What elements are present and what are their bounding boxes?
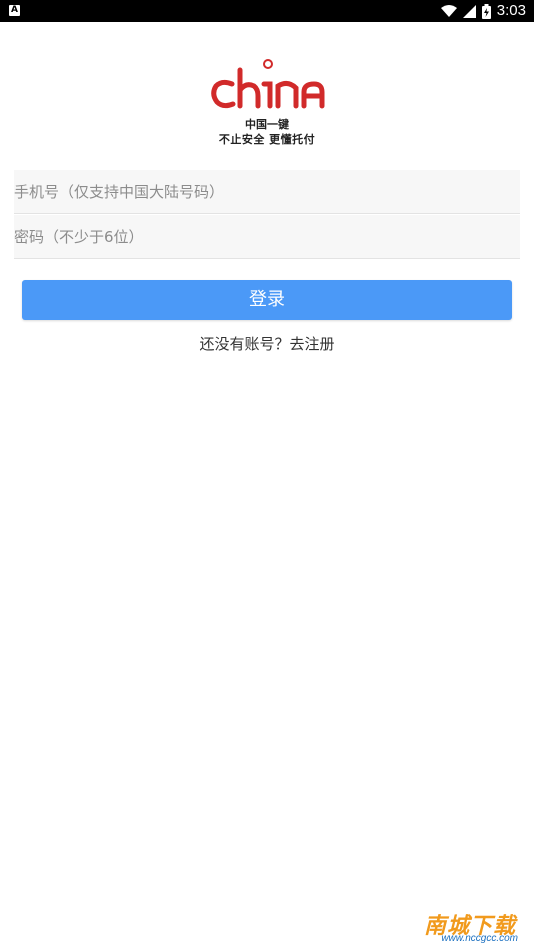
battery-charging-icon [481,3,491,19]
app-logo: 中国一键 不止安全 更懂托付 [200,56,334,148]
register-link[interactable]: 还没有账号？去注册 [0,333,534,354]
login-button[interactable]: 登录 [22,280,512,320]
wifi-icon [440,4,457,18]
notification-a-icon: A [9,5,20,16]
signal-icon [462,4,476,18]
logo-slogan: 不止安全 更懂托付 [218,133,316,146]
status-icons: 3:03 [440,0,526,22]
phone-input[interactable] [14,170,520,213]
status-time: 3:03 [496,2,526,19]
watermark-url: www.nccgcc.com [441,933,518,944]
password-input[interactable] [14,215,520,258]
status-bar: A 3:03 [0,0,534,22]
password-field[interactable] [14,215,520,259]
phone-field[interactable] [14,170,520,214]
watermark: 南城下载 www.nccgcc.com [408,908,526,946]
china-wordmark-logo [211,59,325,109]
logo-subtitle: 中国一键 [245,118,289,131]
